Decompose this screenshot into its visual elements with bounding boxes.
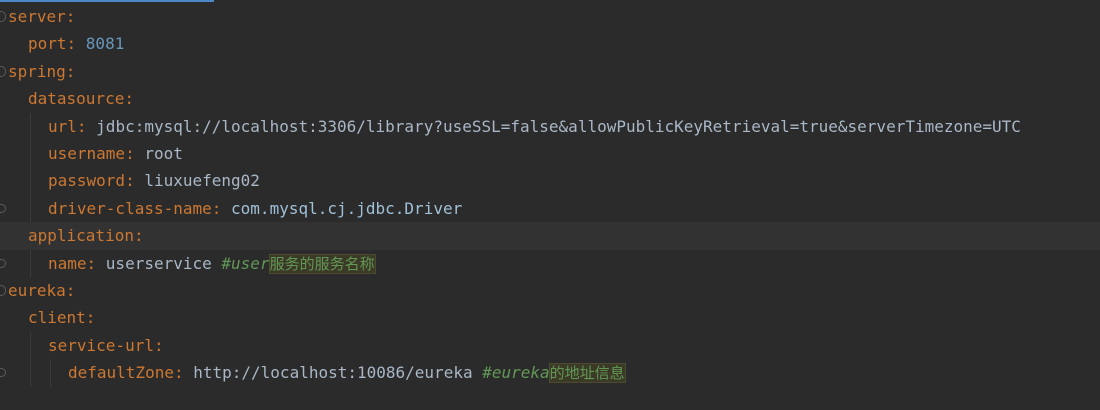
yaml-value: com.mysql.cj.jdbc.Driver: [231, 198, 463, 218]
code-line[interactable]: port: 8081: [0, 30, 1100, 57]
fold-end-icon[interactable]: [0, 203, 6, 213]
yaml-value: jdbc:mysql://localhost:3306/library?useS…: [96, 116, 1021, 136]
yaml-key: password: [48, 171, 126, 191]
code-line[interactable]: defaultZone: http://localhost:10086/eure…: [0, 359, 1100, 387]
fold-end-icon[interactable]: [0, 258, 6, 268]
code-line[interactable]: service-url:: [0, 331, 1100, 360]
yaml-separator: :: [153, 335, 164, 355]
code-editor[interactable]: server: port: 8081 spring: datasource: url: …: [0, 0, 1100, 410]
yaml-key: name: [48, 253, 87, 273]
yaml-entry: application:: [28, 222, 144, 249]
yaml-entry: url: jdbc:mysql://localhost:3306/library…: [48, 113, 1021, 140]
yaml-separator: :: [173, 363, 194, 383]
code-line[interactable]: spring:: [0, 58, 1100, 85]
yaml-key: server: [8, 7, 66, 26]
yaml-separator: :: [86, 253, 106, 273]
indent-guide: [30, 249, 31, 277]
yaml-key: port: [28, 34, 67, 54]
yaml-separator: :: [65, 7, 76, 26]
code-line[interactable]: name: userservice #user服务的服务名称: [0, 249, 1100, 277]
yaml-key: username: [48, 144, 126, 163]
yaml-separator: :: [125, 144, 145, 163]
yaml-key: spring: [8, 61, 66, 81]
indent-guide: [30, 112, 31, 140]
yaml-entry: server:: [8, 3, 75, 30]
yaml-key: url: [48, 116, 77, 136]
yaml-separator: :: [65, 61, 76, 81]
yaml-separator: :: [85, 308, 96, 328]
indent-guide: [30, 194, 31, 223]
yaml-entry: port: 8081: [28, 30, 124, 57]
yaml-entry: datasource:: [28, 85, 134, 112]
indent-guide: [30, 331, 31, 360]
fold-start-icon[interactable]: [0, 285, 6, 296]
yaml-entry: defaultZone: http://localhost:10086/eure…: [68, 359, 626, 386]
code-line[interactable]: datasource:: [0, 85, 1100, 112]
yaml-entry: password: liuxuefeng02: [48, 167, 260, 194]
yaml-value: 8081: [85, 34, 125, 54]
yaml-comment-highlight: 服务的服务名称: [268, 253, 376, 274]
code-line[interactable]: driver-class-name: com.mysql.cj.jdbc.Dri…: [0, 194, 1100, 223]
code-line[interactable]: eureka:: [0, 277, 1100, 304]
code-line[interactable]: client:: [0, 304, 1100, 331]
code-line[interactable]: password: liuxuefeng02: [0, 167, 1100, 195]
yaml-separator: :: [124, 89, 134, 109]
yaml-value: http://localhost:10086/eureka: [193, 363, 473, 383]
yaml-comment-highlight: 的地址信息: [548, 363, 626, 384]
indent-guide: [30, 140, 31, 168]
yaml-entry: spring:: [8, 58, 75, 85]
yaml-key: datasource: [28, 89, 125, 109]
yaml-entry: client:: [28, 304, 95, 331]
yaml-entry: eureka:: [8, 277, 75, 304]
yaml-separator: :: [76, 116, 97, 136]
code-line[interactable]: url: jdbc:mysql://localhost:3306/library…: [0, 112, 1100, 140]
indent-guide: [50, 359, 51, 387]
code-line[interactable]: server:: [0, 3, 1100, 30]
yaml-entry: name: userservice #user服务的服务名称: [48, 250, 376, 277]
yaml-key: defaultZone: [68, 363, 174, 383]
yaml-key: client: [28, 308, 86, 328]
yaml-key: application: [28, 226, 134, 246]
yaml-entry: username: root: [48, 140, 183, 167]
yaml-value: liuxuefeng02: [144, 171, 260, 191]
yaml-key: driver-class-name: [48, 198, 212, 218]
yaml-separator: :: [211, 198, 232, 218]
yaml-entry: service-url:: [48, 332, 164, 359]
yaml-value: root: [144, 144, 183, 163]
yaml-separator: :: [65, 281, 76, 300]
yaml-value: userservice: [105, 253, 212, 273]
fold-start-icon[interactable]: [0, 11, 6, 22]
yaml-comment: #eureka: [482, 363, 550, 383]
fold-start-icon[interactable]: [0, 65, 6, 77]
yaml-separator: :: [125, 171, 145, 191]
fold-end-icon[interactable]: [0, 368, 6, 378]
indent-guide: [30, 359, 31, 387]
active-tab-indicator: [0, 0, 214, 2]
code-line[interactable]: username: root: [0, 140, 1100, 168]
yaml-separator: :: [133, 226, 144, 246]
yaml-separator: :: [66, 34, 86, 54]
yaml-comment: #user: [221, 253, 270, 273]
indent-guide: [30, 167, 31, 195]
yaml-entry: driver-class-name: com.mysql.cj.jdbc.Dri…: [48, 195, 462, 222]
code-line[interactable]: application:: [0, 222, 1100, 250]
yaml-key: service-url: [48, 335, 154, 355]
yaml-key: eureka: [8, 281, 66, 300]
